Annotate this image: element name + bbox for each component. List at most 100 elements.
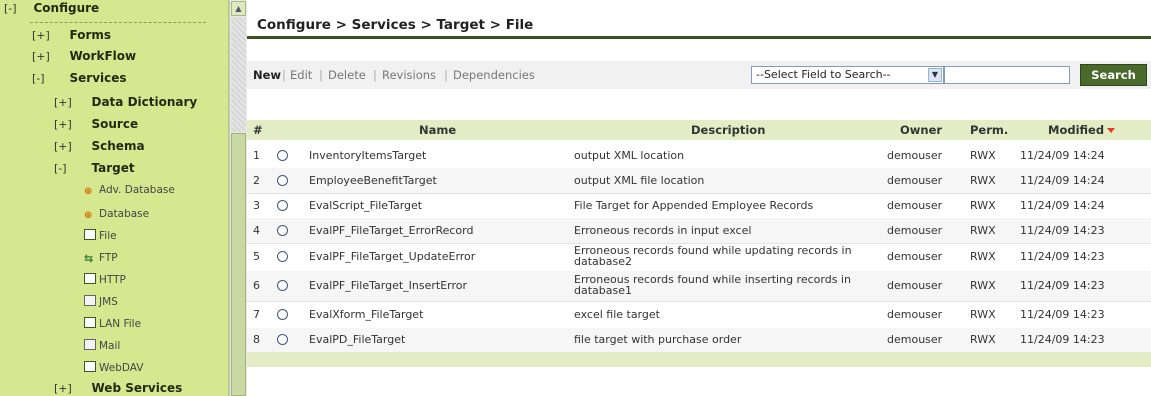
table-row[interactable]: 7 EvalXform_FileTarget excel file target de… (247, 301, 1151, 329)
tree-leaf-ftp[interactable]: ⇆ FTP (84, 248, 118, 268)
row-select-radio[interactable] (277, 175, 288, 186)
tree-node-forms[interactable]: [+] Forms (32, 25, 111, 45)
http-icon (84, 273, 96, 284)
sidebar-scrollbar[interactable]: ▲ (229, 0, 247, 396)
collapse-toggle[interactable]: [-] (32, 69, 54, 89)
edit-link[interactable]: Edit (290, 61, 312, 89)
tree-label: Schema (91, 139, 145, 153)
tree-leaf-label: Database (99, 208, 150, 220)
table-row[interactable]: 6 EvalPF_FileTarget_InsertError Erroneous … (247, 271, 1151, 302)
expand-toggle[interactable]: [+] (54, 137, 76, 157)
row-number: 1 (253, 149, 260, 162)
row-number: 7 (253, 308, 260, 321)
row-select-radio[interactable] (277, 225, 288, 236)
expand-toggle[interactable]: [+] (54, 115, 76, 135)
tree-leaf-lan-file[interactable]: LAN File (84, 314, 141, 334)
column-header-perm[interactable]: Perm. (970, 120, 1008, 140)
tree-node-schema[interactable]: [+] Schema (54, 136, 145, 156)
table-row[interactable]: 8 EvalPD_FileTarget file target with purch… (247, 328, 1151, 353)
scrollbar-thumb[interactable] (231, 133, 246, 396)
row-select-radio[interactable] (277, 309, 288, 320)
row-name: EvalPF_FileTarget_InsertError (309, 279, 468, 292)
new-link[interactable]: New (253, 61, 281, 89)
action-toolbar: New | Edit | Delete | Revisions | Depend… (247, 61, 1151, 89)
tree-node-web-services[interactable]: [+] Web Services (54, 378, 182, 396)
title-divider (247, 36, 1151, 39)
row-number: 6 (253, 279, 260, 292)
table-row[interactable]: 2 EmployeeBenefitTarget output XML file lo… (247, 168, 1151, 194)
expand-toggle[interactable]: [+] (32, 47, 54, 67)
scrollbar-track[interactable] (231, 17, 246, 132)
tree-leaf-label: FTP (99, 252, 118, 264)
ftp-icon: ⇆ (84, 252, 94, 265)
row-select-radio[interactable] (277, 200, 288, 211)
column-header-owner[interactable]: Owner (900, 120, 942, 140)
row-select-radio[interactable] (277, 334, 288, 345)
sort-desc-icon (1107, 128, 1116, 133)
tree-leaf-file[interactable]: File (84, 226, 117, 246)
row-name: InventoryItemsTarget (309, 149, 427, 162)
table-header: # Name Description Owner Perm. Modified (247, 120, 1151, 140)
row-perm: RWX (970, 224, 996, 237)
row-select-radio[interactable] (277, 280, 288, 291)
table-row[interactable]: 4 EvalPF_FileTarget_ErrorRecord Erroneous … (247, 218, 1151, 244)
file-icon (84, 229, 96, 240)
delete-link[interactable]: Delete (328, 61, 366, 89)
row-modified: 11/24/09 14:23 (1020, 333, 1105, 346)
tree-node-source[interactable]: [+] Source (54, 114, 138, 134)
table-footer (247, 352, 1151, 367)
tree-node-workflow[interactable]: [+] WorkFlow (32, 46, 136, 66)
row-modified: 11/24/09 14:23 (1020, 224, 1105, 237)
tree-node-services[interactable]: [-] Services (32, 68, 127, 88)
revisions-link[interactable]: Revisions (382, 61, 436, 89)
search-field-select[interactable]: --Select Field to Search-- ▼ (751, 66, 944, 84)
search-button[interactable]: Search (1080, 64, 1147, 86)
webdav-icon (84, 361, 96, 372)
tree-leaf-label: WebDAV (99, 362, 144, 374)
row-owner: demouser (887, 279, 943, 292)
column-header-name[interactable]: Name (419, 120, 456, 140)
tree-label: WorkFlow (69, 49, 137, 63)
column-header-modified[interactable]: Modified (1048, 120, 1116, 140)
row-modified: 11/24/09 14:24 (1020, 174, 1105, 187)
search-input[interactable] (944, 66, 1070, 84)
row-number: 4 (253, 224, 260, 237)
mail-icon (84, 339, 96, 350)
row-number: 2 (253, 174, 260, 187)
tree-label: Source (91, 117, 139, 131)
dependencies-link[interactable]: Dependencies (453, 61, 535, 89)
tree-node-data-dictionary[interactable]: [+] Data Dictionary (54, 92, 197, 112)
expand-toggle[interactable]: [+] (32, 26, 54, 46)
row-select-radio[interactable] (277, 150, 288, 161)
expand-toggle[interactable]: [+] (54, 93, 76, 113)
row-owner: demouser (887, 199, 943, 212)
column-header-description[interactable]: Description (691, 120, 765, 140)
tree-label: Forms (69, 28, 112, 42)
expand-toggle[interactable]: [+] (54, 379, 76, 396)
collapse-toggle[interactable]: [-] (54, 159, 76, 179)
chevron-down-icon[interactable]: ▼ (928, 68, 942, 82)
divider (30, 22, 206, 23)
row-perm: RWX (970, 333, 996, 346)
tree-node-target[interactable]: [-] Target (54, 158, 135, 178)
collapse-toggle[interactable]: [-] (4, 1, 30, 17)
tree-label: Web Services (91, 381, 183, 395)
tree-leaf-mail[interactable]: Mail (84, 336, 120, 356)
tree-leaf-webdav[interactable]: WebDAV (84, 358, 144, 378)
tree-root-configure[interactable]: [-] Configure (4, 0, 99, 16)
table-row[interactable]: 1 InventoryItemsTarget output XML location… (247, 143, 1151, 169)
tree-leaf-label: File (99, 230, 117, 242)
tree-leaf-jms[interactable]: JMS (84, 292, 118, 312)
row-name: EvalPF_FileTarget_UpdateError (309, 250, 476, 263)
row-owner: demouser (887, 174, 943, 187)
scroll-up-arrow-icon[interactable]: ▲ (231, 1, 246, 16)
table-row[interactable]: 5 EvalPF_FileTarget_UpdateError Erroneous … (247, 243, 1151, 272)
row-select-radio[interactable] (277, 251, 288, 262)
row-description: Erroneous records found while inserting … (574, 273, 851, 297)
tree-leaf-database[interactable]: ⊕ Database (84, 204, 149, 224)
tree-leaf-adv-database[interactable]: ⊕ Adv. Database (84, 180, 175, 200)
modified-label: Modified (1048, 123, 1105, 137)
tree-leaf-http[interactable]: HTTP (84, 270, 126, 290)
table-row[interactable]: 3 EvalScript_FileTarget File Target for Ap… (247, 193, 1151, 219)
row-name: EvalXform_FileTarget (309, 308, 424, 321)
